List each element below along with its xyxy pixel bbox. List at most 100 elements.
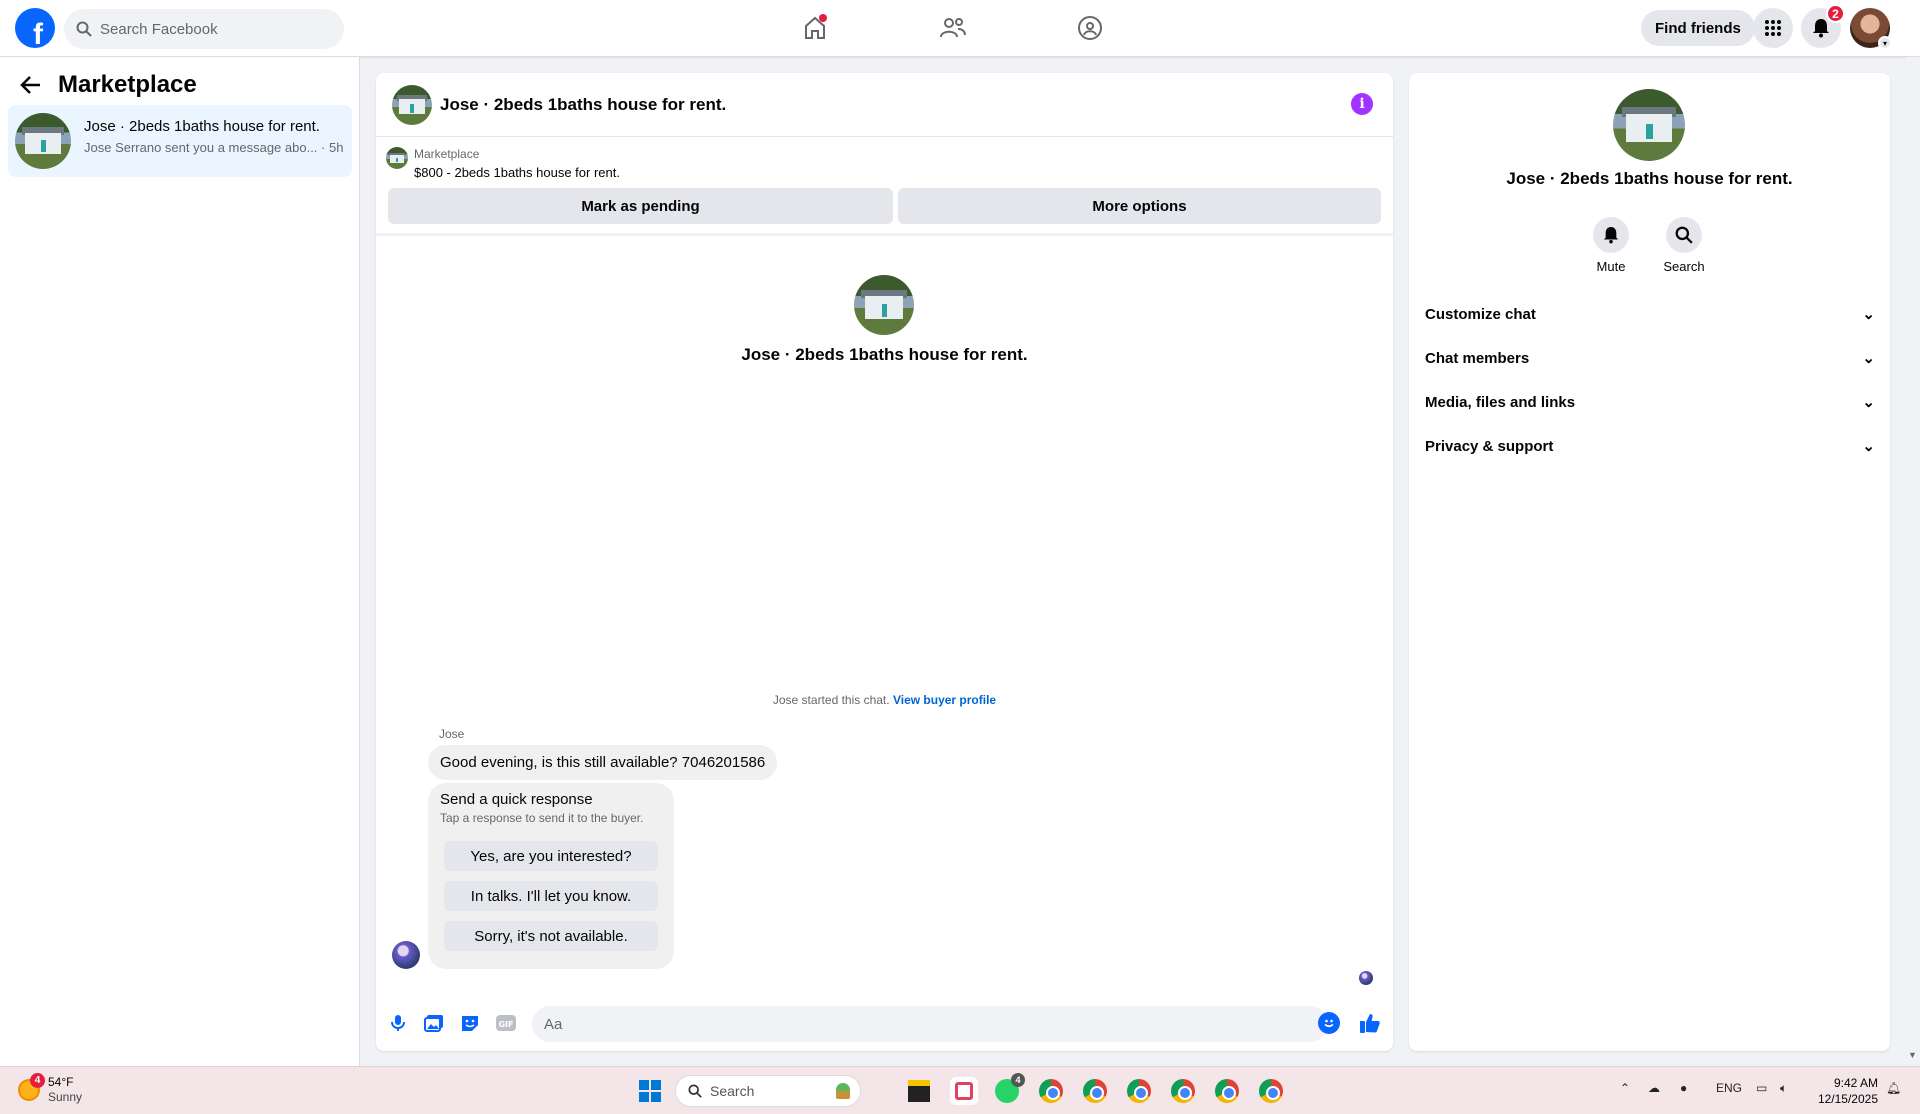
conversation-preview: Jose Serrano sent you a message abo... ·… bbox=[84, 140, 344, 155]
whatsapp-icon[interactable]: 4 bbox=[993, 1073, 1025, 1105]
groups-nav-button[interactable] bbox=[1070, 8, 1110, 48]
customize-chat-section[interactable]: Customize chat ⌄ bbox=[1425, 294, 1875, 334]
tray-app-icon[interactable]: ● bbox=[1680, 1081, 1687, 1095]
emoji-icon[interactable] bbox=[1318, 1012, 1340, 1034]
network-icon[interactable]: ▭ bbox=[1756, 1081, 1767, 1095]
chevron-down-icon: ⌄ bbox=[1862, 306, 1875, 323]
like-icon[interactable] bbox=[1358, 1011, 1382, 1035]
chrome-profile-icon[interactable] bbox=[1213, 1077, 1241, 1105]
quick-response-subtitle: Tap a response to send it to the buyer. bbox=[440, 811, 644, 825]
message-input[interactable] bbox=[532, 1006, 1328, 1042]
quick-response-option[interactable]: Yes, are you interested? bbox=[444, 841, 658, 871]
info-avatar[interactable] bbox=[1613, 89, 1685, 161]
marketplace-sidebar: Marketplace Jose · 2beds 1baths house fo… bbox=[0, 57, 360, 1067]
windows-taskbar: 4 54°F Sunny Search 4 ⌃ ☁ ● ENG ▭ 🔈︎ 9:42… bbox=[0, 1066, 1920, 1114]
home-nav-button[interactable] bbox=[795, 8, 835, 48]
windows-start-icon[interactable] bbox=[636, 1077, 664, 1105]
chrome-profile-icon[interactable] bbox=[1257, 1077, 1285, 1105]
cloud-offline-icon[interactable]: ☁ bbox=[1648, 1081, 1660, 1095]
menu-button[interactable] bbox=[1753, 8, 1793, 48]
sidebar-title: Marketplace bbox=[58, 71, 197, 98]
quick-response-option[interactable]: In talks. I'll let you know. bbox=[444, 881, 658, 911]
friends-nav-button[interactable] bbox=[933, 8, 973, 48]
chevron-down-icon: ⌄ bbox=[1862, 350, 1875, 367]
microphone-icon[interactable] bbox=[386, 1011, 410, 1035]
mute-label: Mute bbox=[1596, 259, 1626, 274]
conversation-item[interactable]: Jose · 2beds 1baths house for rent. Jose… bbox=[8, 105, 352, 177]
mute-button[interactable]: Mute bbox=[1581, 217, 1641, 274]
facebook-logo-icon[interactable]: f bbox=[15, 8, 55, 48]
quick-response-title: Send a quick response bbox=[440, 791, 593, 808]
sticker-icon[interactable] bbox=[458, 1011, 482, 1035]
taskbar-search[interactable]: Search bbox=[675, 1075, 861, 1107]
menu-grid-icon bbox=[1765, 20, 1781, 36]
message-bubble[interactable]: Good evening, is this still available? 7… bbox=[428, 745, 778, 780]
notifications-button[interactable]: 2 bbox=[1801, 4, 1845, 48]
snipping-tool-icon[interactable] bbox=[950, 1077, 978, 1105]
chat-title[interactable]: Jose · 2beds 1baths house for rent. bbox=[440, 95, 726, 115]
chrome-icon[interactable] bbox=[1037, 1077, 1065, 1105]
privacy-support-section[interactable]: Privacy & support ⌄ bbox=[1425, 426, 1875, 466]
chat-info-panel: Jose · 2beds 1baths house for rent. Mute… bbox=[1409, 73, 1890, 1051]
mark-pending-button[interactable]: Mark as pending bbox=[388, 188, 893, 224]
more-options-button[interactable]: More options bbox=[898, 188, 1381, 224]
back-arrow-icon[interactable] bbox=[20, 75, 42, 95]
view-buyer-profile-link[interactable]: View buyer profile bbox=[893, 693, 996, 707]
cupcake-icon bbox=[836, 1083, 850, 1099]
chat-window: Jose · 2beds 1baths house for rent. i Ma… bbox=[376, 73, 1393, 1051]
whatsapp-badge: 4 bbox=[1011, 1073, 1025, 1087]
svg-text:GIF: GIF bbox=[498, 1020, 513, 1029]
notification-count-badge: 2 bbox=[1826, 4, 1845, 23]
chat-header: Jose · 2beds 1baths house for rent. i bbox=[376, 73, 1393, 137]
language-indicator[interactable]: ENG bbox=[1716, 1081, 1742, 1095]
top-navigation-bar: f Find friends 2 ▾ bbox=[0, 0, 1920, 57]
message-composer: GIF bbox=[376, 999, 1393, 1049]
weather-desc: Sunny bbox=[48, 1090, 83, 1104]
conversation-name: Jose · 2beds 1baths house for rent. bbox=[84, 118, 320, 135]
conversation-heading: Jose · 2beds 1baths house for rent. bbox=[741, 345, 1028, 364]
quick-response-card: Send a quick response Tap a response to … bbox=[428, 783, 674, 969]
info-name: Jose · 2beds 1baths house for rent. bbox=[1506, 169, 1793, 188]
listing-title[interactable]: $800 - 2beds 1baths house for rent. bbox=[414, 165, 620, 180]
sender-avatar[interactable] bbox=[392, 941, 420, 969]
friends-icon bbox=[940, 18, 966, 38]
gif-icon[interactable]: GIF bbox=[494, 1011, 518, 1035]
search-icon bbox=[76, 21, 92, 37]
weather-badge: 4 bbox=[30, 1073, 45, 1088]
weather-temp: 54°F bbox=[48, 1075, 74, 1089]
media-files-links-section[interactable]: Media, files and links ⌄ bbox=[1425, 382, 1875, 422]
chevron-down-icon: ⌄ bbox=[1862, 438, 1875, 455]
weather-widget[interactable]: 4 54°F Sunny bbox=[18, 1073, 83, 1105]
chrome-profile-icon[interactable] bbox=[1081, 1077, 1109, 1105]
volume-icon[interactable]: 🔈︎ bbox=[1780, 1081, 1787, 1096]
bell-icon bbox=[1813, 19, 1829, 38]
search-icon bbox=[1675, 226, 1693, 244]
sun-icon: 4 bbox=[18, 1073, 45, 1101]
bell-icon bbox=[1603, 227, 1619, 244]
sticky-notes-icon[interactable] bbox=[905, 1077, 933, 1105]
search-input[interactable] bbox=[100, 20, 320, 38]
profile-avatar[interactable]: ▾ bbox=[1850, 8, 1892, 50]
chat-members-section[interactable]: Chat members ⌄ bbox=[1425, 338, 1875, 378]
find-friends-button[interactable]: Find friends bbox=[1641, 10, 1755, 46]
quick-response-option[interactable]: Sorry, it's not available. bbox=[444, 921, 658, 951]
system-clock[interactable]: 9:42 AM 12/15/2025 bbox=[1808, 1075, 1878, 1107]
info-icon[interactable]: i bbox=[1351, 93, 1373, 115]
chat-started-notice: Jose started this chat. View buyer profi… bbox=[772, 693, 997, 707]
search-box[interactable] bbox=[64, 9, 344, 49]
page-scrollbar[interactable] bbox=[1906, 57, 1920, 1067]
message-sender: Jose bbox=[439, 727, 465, 741]
divider bbox=[376, 233, 1393, 236]
chrome-profile-icon[interactable] bbox=[1125, 1077, 1153, 1105]
tray-chevron-up-icon[interactable]: ⌃ bbox=[1620, 1081, 1630, 1095]
photo-icon[interactable] bbox=[422, 1011, 446, 1035]
scroll-down-arrow-icon[interactable]: ▼ bbox=[1908, 1050, 1917, 1060]
notification-bell-icon[interactable]: 🔔︎ bbox=[1886, 1081, 1901, 1095]
groups-icon bbox=[1078, 16, 1102, 40]
search-conversation-button[interactable]: Search bbox=[1654, 217, 1714, 274]
chrome-profile-icon[interactable] bbox=[1169, 1077, 1197, 1105]
seen-indicator-avatar bbox=[1359, 971, 1373, 985]
listing-thumbnail bbox=[15, 113, 71, 169]
conversation-time: 5h bbox=[328, 140, 344, 155]
chat-avatar[interactable] bbox=[392, 85, 432, 125]
